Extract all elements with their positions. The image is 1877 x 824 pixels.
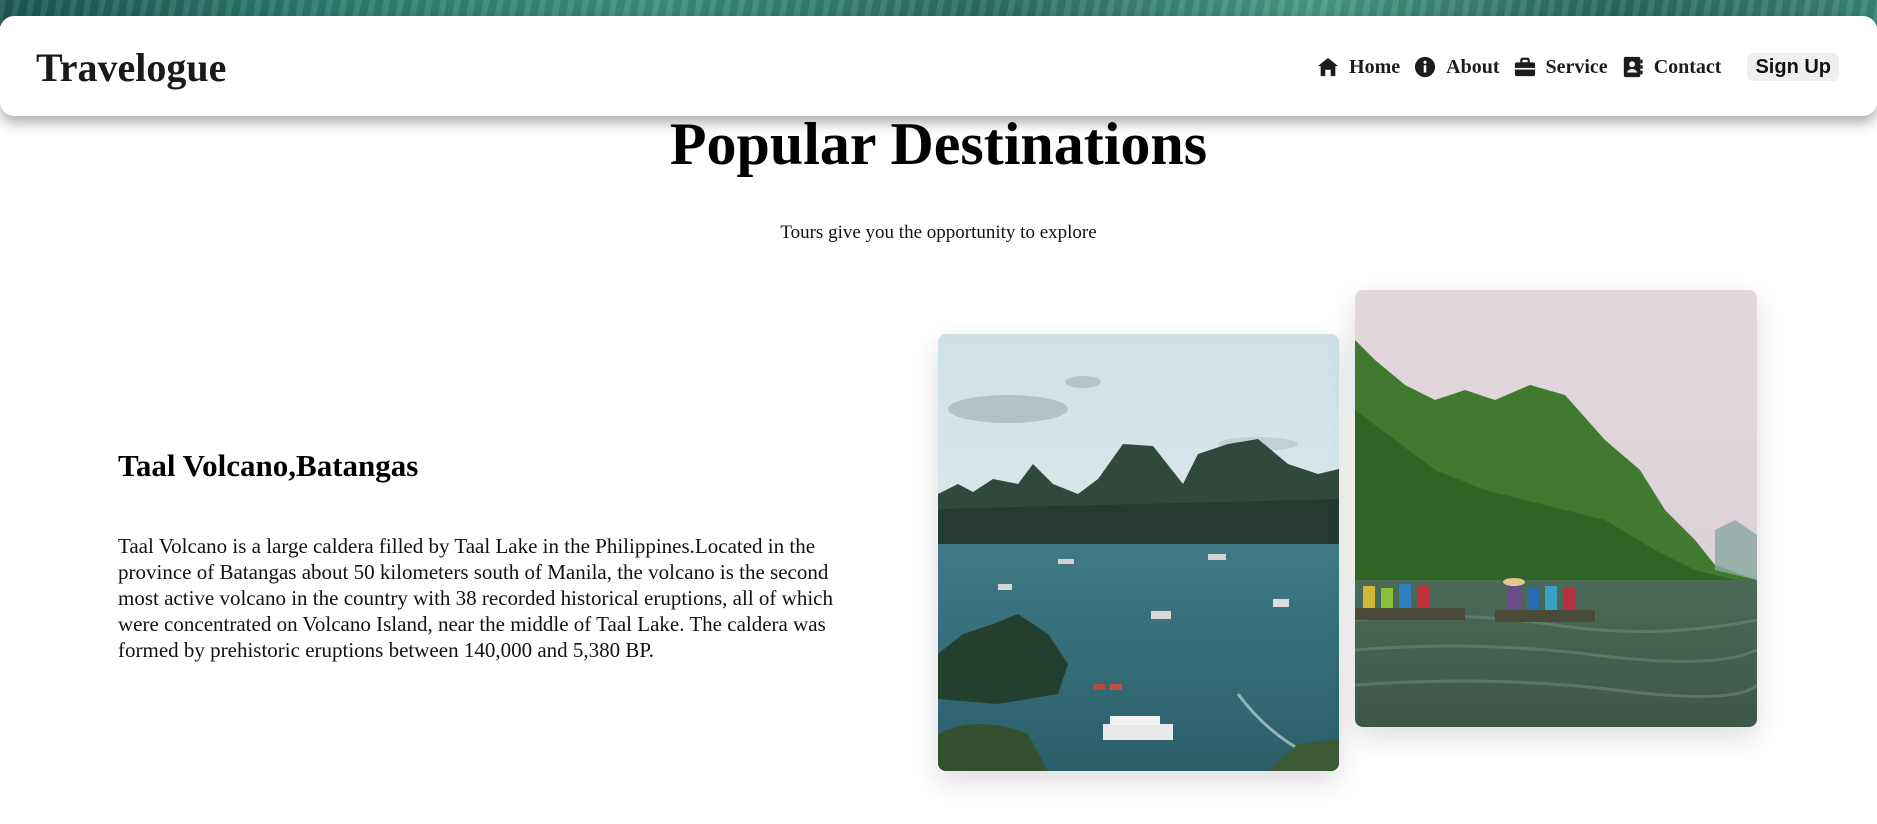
destination-title: Taal Volcano,Batangas (118, 448, 419, 483)
destination-description: Taal Volcano is a large caldera filled b… (118, 534, 833, 662)
river-boats-photo (1355, 290, 1757, 727)
page-title: Popular Destinations (669, 111, 1208, 177)
signup-button[interactable]: Sign Up (1747, 53, 1839, 81)
nav-item-about[interactable]: About (1414, 55, 1500, 79)
home-icon (1317, 56, 1339, 78)
nav-label-service: Service (1545, 55, 1608, 78)
page-subtitle: Tours give you the opportunity to explor… (780, 222, 1097, 243)
contact-book-icon (1622, 56, 1644, 78)
nav-label-about: About (1446, 55, 1500, 78)
nav-item-home[interactable]: Home (1317, 56, 1400, 79)
info-icon (1414, 56, 1436, 78)
briefcase-icon (1514, 56, 1536, 78)
nav-label-home: Home (1349, 55, 1401, 78)
brand-logo[interactable]: Travelogue (36, 44, 226, 91)
nav-item-contact[interactable]: Contact (1622, 55, 1722, 79)
navbar: Travelogue Home About Service Contact Si… (0, 16, 1877, 116)
nav-label-contact: Contact (1653, 55, 1722, 78)
bay-islands-photo (938, 334, 1339, 771)
main-nav: Home About Service Contact Sign Up (1317, 52, 1839, 82)
nav-item-service[interactable]: Service (1514, 56, 1608, 79)
